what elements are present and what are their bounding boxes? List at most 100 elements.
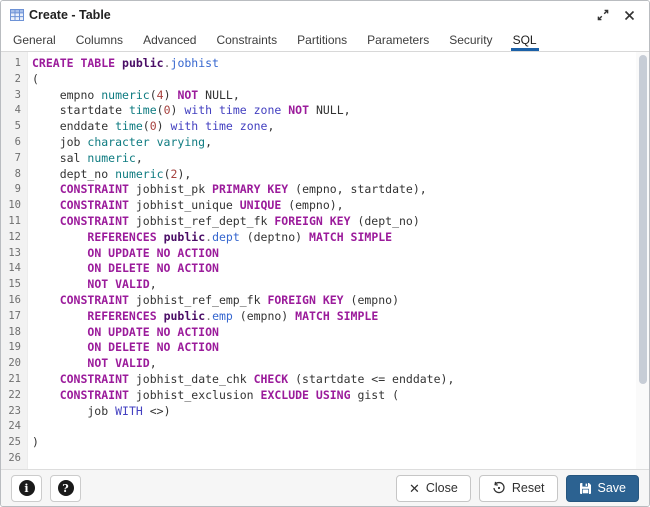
line-number: 10: [1, 198, 28, 214]
code-line[interactable]: 12 REFERENCES public.dept (deptno) MATCH…: [1, 230, 649, 246]
code-line[interactable]: 19 ON DELETE NO ACTION: [1, 340, 649, 356]
line-number: 19: [1, 340, 28, 356]
close-icon[interactable]: [619, 5, 639, 25]
code-line[interactable]: 5 enddate time(0) with time zone,: [1, 119, 649, 135]
line-content: CONSTRAINT jobhist_pk PRIMARY KEY (empno…: [28, 182, 427, 198]
code-line[interactable]: 14 ON DELETE NO ACTION: [1, 261, 649, 277]
tab-security[interactable]: Security: [439, 29, 502, 51]
tab-general[interactable]: General: [3, 29, 66, 51]
code-line[interactable]: 21 CONSTRAINT jobhist_date_chk CHECK (st…: [1, 372, 649, 388]
line-content: CONSTRAINT jobhist_exclusion EXCLUDE USI…: [28, 388, 399, 404]
line-content: REFERENCES public.emp (empno) MATCH SIMP…: [28, 309, 378, 325]
line-content: CONSTRAINT jobhist_date_chk CHECK (start…: [28, 372, 454, 388]
line-number: 24: [1, 419, 28, 435]
close-button[interactable]: ✕ Close: [396, 475, 471, 502]
close-x-icon: ✕: [409, 482, 420, 495]
line-number: 7: [1, 151, 28, 167]
code-line[interactable]: 17 REFERENCES public.emp (empno) MATCH S…: [1, 309, 649, 325]
code-line[interactable]: 24: [1, 419, 649, 435]
title-bar: Create - Table: [1, 1, 649, 29]
save-button[interactable]: Save: [566, 475, 640, 502]
code-line[interactable]: 9 CONSTRAINT jobhist_pk PRIMARY KEY (emp…: [1, 182, 649, 198]
code-line[interactable]: 18 ON UPDATE NO ACTION: [1, 325, 649, 341]
maximize-icon[interactable]: [593, 5, 613, 25]
line-content: REFERENCES public.dept (deptno) MATCH SI…: [28, 230, 392, 246]
line-number: 3: [1, 88, 28, 104]
line-content: ON UPDATE NO ACTION: [28, 325, 219, 341]
line-number: 25: [1, 435, 28, 451]
line-number: 21: [1, 372, 28, 388]
tab-advanced[interactable]: Advanced: [133, 29, 206, 51]
code-line[interactable]: 16 CONSTRAINT jobhist_ref_emp_fk FOREIGN…: [1, 293, 649, 309]
line-number: 17: [1, 309, 28, 325]
line-number: 12: [1, 230, 28, 246]
code-line[interactable]: 11 CONSTRAINT jobhist_ref_dept_fk FOREIG…: [1, 214, 649, 230]
scrollbar-track[interactable]: [636, 52, 649, 469]
line-number: 9: [1, 182, 28, 198]
reset-button-label: Reset: [512, 481, 545, 495]
tab-constraints[interactable]: Constraints: [206, 29, 287, 51]
info-icon: i: [19, 480, 35, 496]
code-line[interactable]: 26: [1, 451, 649, 467]
tab-bar: GeneralColumnsAdvancedConstraintsPartiti…: [1, 29, 649, 52]
line-number: 23: [1, 404, 28, 420]
line-number: 15: [1, 277, 28, 293]
line-number: 5: [1, 119, 28, 135]
code-line[interactable]: 23 job WITH <>): [1, 404, 649, 420]
sql-editor[interactable]: 1CREATE TABLE public.jobhist2(3 empno nu…: [1, 52, 649, 469]
line-number: 4: [1, 103, 28, 119]
line-content: ): [28, 435, 39, 451]
line-content: job WITH <>): [28, 404, 171, 420]
save-button-label: Save: [598, 481, 627, 495]
reset-button[interactable]: Reset: [479, 475, 558, 502]
code-line[interactable]: 22 CONSTRAINT jobhist_exclusion EXCLUDE …: [1, 388, 649, 404]
code-line[interactable]: 1CREATE TABLE public.jobhist: [1, 56, 649, 72]
scrollbar-thumb[interactable]: [639, 55, 647, 384]
tab-parameters[interactable]: Parameters: [357, 29, 439, 51]
line-number: 11: [1, 214, 28, 230]
line-content: ON DELETE NO ACTION: [28, 261, 219, 277]
line-number: 22: [1, 388, 28, 404]
line-number: 6: [1, 135, 28, 151]
tab-sql[interactable]: SQL: [503, 29, 547, 51]
line-content: CREATE TABLE public.jobhist: [28, 56, 219, 72]
line-content: NOT VALID,: [28, 277, 157, 293]
code-line[interactable]: 7 sal numeric,: [1, 151, 649, 167]
code-line[interactable]: 3 empno numeric(4) NOT NULL,: [1, 88, 649, 104]
code-line[interactable]: 13 ON UPDATE NO ACTION: [1, 246, 649, 262]
code-line[interactable]: 2(: [1, 72, 649, 88]
tab-partitions[interactable]: Partitions: [287, 29, 357, 51]
code-lines: 1CREATE TABLE public.jobhist2(3 empno nu…: [1, 52, 649, 467]
code-line[interactable]: 25): [1, 435, 649, 451]
line-content: ON DELETE NO ACTION: [28, 340, 219, 356]
line-content: job character varying,: [28, 135, 212, 151]
line-content: CONSTRAINT jobhist_ref_dept_fk FOREIGN K…: [28, 214, 420, 230]
reset-icon: [492, 481, 506, 495]
info-button[interactable]: i: [11, 475, 42, 502]
help-icon: ?: [58, 480, 74, 496]
create-table-dialog: Create - Table GeneralColumnsAdvancedCon…: [0, 0, 650, 507]
line-content: startdate time(0) with time zone NOT NUL…: [28, 103, 351, 119]
code-line[interactable]: 10 CONSTRAINT jobhist_unique UNIQUE (emp…: [1, 198, 649, 214]
line-number: 18: [1, 325, 28, 341]
help-button[interactable]: ?: [50, 475, 81, 502]
table-icon: [10, 8, 24, 22]
line-content: CONSTRAINT jobhist_ref_emp_fk FOREIGN KE…: [28, 293, 399, 309]
code-line[interactable]: 4 startdate time(0) with time zone NOT N…: [1, 103, 649, 119]
line-number: 1: [1, 56, 28, 72]
tab-columns[interactable]: Columns: [66, 29, 133, 51]
line-number: 13: [1, 246, 28, 262]
line-number: 20: [1, 356, 28, 372]
line-content: sal numeric,: [28, 151, 143, 167]
line-content: [28, 419, 32, 435]
dialog-title: Create - Table: [29, 8, 111, 22]
code-line[interactable]: 8 dept_no numeric(2),: [1, 167, 649, 183]
line-number: 8: [1, 167, 28, 183]
code-line[interactable]: 15 NOT VALID,: [1, 277, 649, 293]
code-line[interactable]: 20 NOT VALID,: [1, 356, 649, 372]
line-content: CONSTRAINT jobhist_unique UNIQUE (empno)…: [28, 198, 344, 214]
line-content: empno numeric(4) NOT NULL,: [28, 88, 240, 104]
line-content: (: [28, 72, 39, 88]
code-line[interactable]: 6 job character varying,: [1, 135, 649, 151]
line-number: 14: [1, 261, 28, 277]
